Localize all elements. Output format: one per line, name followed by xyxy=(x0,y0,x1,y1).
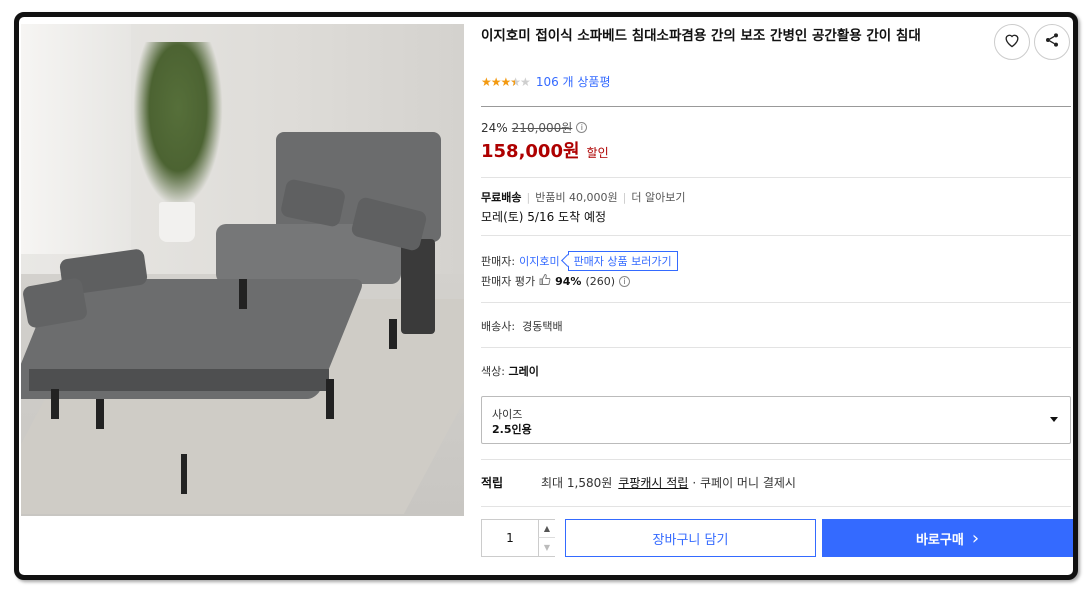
sale-tag: 할인 xyxy=(586,146,609,160)
share-icon xyxy=(1044,32,1060,52)
color-value: 그레이 xyxy=(508,365,539,378)
caret-down-icon xyxy=(1050,417,1058,422)
color-row: 색상: 그레이 xyxy=(481,363,539,379)
reward-extra: · 쿠페이 머니 결제시 xyxy=(692,476,796,490)
quantity-decrease-button[interactable]: ▼ xyxy=(538,538,555,556)
image-sofa-arm xyxy=(401,239,435,334)
carrier-row: 배송사: 경동택배 xyxy=(481,318,563,334)
page-frame: 이지호미 접이식 소파베드 침대소파겸용 간의 보조 간병인 공간활용 간이 침… xyxy=(14,12,1078,580)
seller-rating-row: 판매자 평가 94% (260) i xyxy=(481,273,631,289)
original-price: 210,000원 xyxy=(511,121,573,135)
seller-rating-label: 판매자 평가 xyxy=(481,275,536,288)
seller-products-tooltip[interactable]: 판매자 상품 보러가기 xyxy=(567,251,678,271)
image-leg xyxy=(181,454,187,494)
arrival-date: 모레(토) 5/16 도착 예정 xyxy=(481,210,607,224)
seller-row: 판매자: 이지호미 판매자 상품 보러가기 xyxy=(481,251,678,271)
divider xyxy=(481,459,1071,460)
divider xyxy=(481,302,1071,303)
add-to-cart-label: 장바구니 담기 xyxy=(652,532,729,548)
seller-rating-percent: 94% xyxy=(555,274,582,288)
quantity-stepper: ▲ ▼ xyxy=(481,519,555,557)
info-icon[interactable]: i xyxy=(576,122,588,133)
star-rating: ★★★★★★ xyxy=(481,74,531,89)
heart-icon xyxy=(1003,32,1021,52)
discount-row: 24% 210,000원 i xyxy=(481,119,588,136)
add-to-cart-button[interactable]: 장바구니 담기 xyxy=(565,519,816,557)
color-label: 색상: xyxy=(481,365,505,378)
quantity-increase-button[interactable]: ▲ xyxy=(538,520,555,538)
reward-label: 적립 xyxy=(481,476,504,490)
chevron-right-icon: › xyxy=(971,527,980,549)
carrier-label: 배송사: xyxy=(481,320,516,333)
thumbs-up-icon xyxy=(539,274,551,288)
coupang-cash-link[interactable]: 쿠팡캐시 적립 xyxy=(618,474,688,491)
divider xyxy=(481,506,1071,507)
image-leg xyxy=(51,389,59,419)
buy-now-button[interactable]: 바로구매 › xyxy=(822,519,1073,557)
image-leg xyxy=(389,319,397,349)
product-image[interactable] xyxy=(21,24,464,516)
divider xyxy=(481,177,1071,178)
review-count-link[interactable]: 106 개 상품평 xyxy=(536,73,611,90)
shipping-more-link[interactable]: 더 알아보기 xyxy=(631,189,685,205)
quantity-input[interactable] xyxy=(482,520,538,556)
image-leg xyxy=(326,379,334,419)
return-fee: 반품비 40,000원 xyxy=(535,191,618,204)
reward-amount: 최대 1,580원 xyxy=(541,476,613,490)
free-shipping-label: 무료배송 xyxy=(481,191,522,204)
divider xyxy=(481,106,1071,107)
divider xyxy=(481,347,1071,348)
buy-now-label: 바로구매 xyxy=(915,532,964,548)
image-bed-front xyxy=(29,369,329,391)
chevron-down-icon: ▼ xyxy=(543,542,551,552)
product-title: 이지호미 접이식 소파베드 침대소파겸용 간의 보조 간병인 공간활용 간이 침… xyxy=(481,28,921,44)
info-icon[interactable]: i xyxy=(619,275,631,287)
image-leg xyxy=(239,279,247,309)
chevron-up-icon: ▲ xyxy=(543,524,551,533)
size-label: 사이즈 xyxy=(492,408,523,421)
share-button[interactable] xyxy=(1034,24,1070,60)
seller-rating-count: (260) xyxy=(585,274,616,288)
image-window xyxy=(21,24,131,254)
size-select[interactable]: 사이즈 2.5인용 xyxy=(481,396,1071,444)
seller-name-link[interactable]: 이지호미 xyxy=(519,253,559,269)
reward-row: 적립 최대 1,580원 쿠팡캐시 적립 · 쿠페이 머니 결제시 xyxy=(481,474,796,491)
image-plant xyxy=(133,42,223,207)
product-detail-panel: 이지호미 접이식 소파베드 침대소파겸용 간의 보조 간병인 공간활용 간이 침… xyxy=(477,17,1073,575)
size-value: 2.5인용 xyxy=(492,423,532,436)
divider xyxy=(481,235,1071,236)
shipping-row: 무료배송 | 반품비 40,000원 | 더 알아보기 xyxy=(481,189,686,205)
price-row: 158,000원 할인 xyxy=(481,137,609,163)
discount-percent: 24% xyxy=(481,120,508,135)
rating-row: ★★★★★★ 106 개 상품평 xyxy=(481,73,611,90)
sale-price: 158,000원 xyxy=(481,141,580,162)
image-plant-pot xyxy=(159,202,195,242)
carrier-value: 경동택배 xyxy=(522,320,563,333)
wishlist-button[interactable] xyxy=(994,24,1030,60)
seller-label: 판매자: xyxy=(481,255,516,268)
image-leg xyxy=(96,399,104,429)
